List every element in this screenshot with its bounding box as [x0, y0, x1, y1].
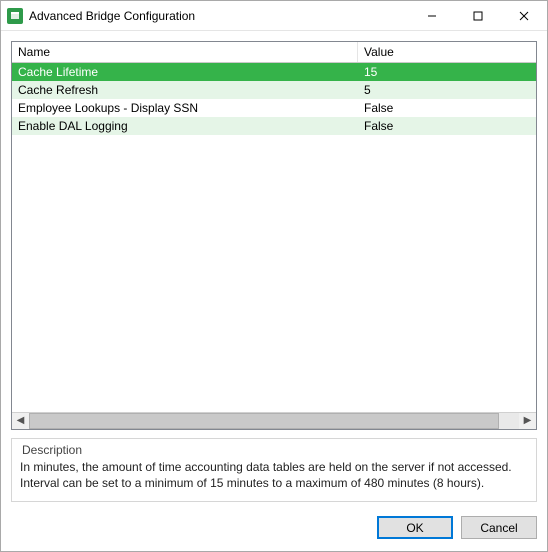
grid-body: Cache Lifetime 15 Cache Refresh 5 Employ…: [12, 63, 536, 412]
maximize-icon: [473, 11, 483, 21]
scroll-thumb[interactable]: [29, 413, 499, 429]
cell-value: False: [358, 99, 536, 117]
window-title: Advanced Bridge Configuration: [29, 9, 409, 23]
close-icon: [519, 11, 529, 21]
scroll-left-button[interactable]: ◀: [12, 413, 29, 429]
minimize-button[interactable]: [409, 1, 455, 30]
scroll-track[interactable]: [29, 413, 519, 429]
description-text: In minutes, the amount of time accountin…: [20, 459, 528, 491]
titlebar[interactable]: Advanced Bridge Configuration: [1, 1, 547, 31]
table-row[interactable]: Cache Lifetime 15: [12, 63, 536, 81]
cell-value: 5: [358, 81, 536, 99]
cell-name: Cache Refresh: [12, 81, 358, 99]
horizontal-scrollbar[interactable]: ◀ ▶: [12, 412, 536, 429]
minimize-icon: [427, 11, 437, 21]
cell-name: Enable DAL Logging: [12, 117, 358, 135]
window-controls: [409, 1, 547, 30]
maximize-button[interactable]: [455, 1, 501, 30]
client-area: Name Value Cache Lifetime 15 Cache Refre…: [1, 31, 547, 551]
ok-button[interactable]: OK: [377, 516, 453, 539]
close-button[interactable]: [501, 1, 547, 30]
app-icon: [7, 8, 23, 24]
table-row[interactable]: Enable DAL Logging False: [12, 117, 536, 135]
description-label: Description: [20, 443, 528, 457]
column-header-name[interactable]: Name: [12, 42, 358, 62]
grid-header: Name Value: [12, 42, 536, 63]
dialog-buttons: OK Cancel: [11, 510, 537, 539]
settings-grid[interactable]: Name Value Cache Lifetime 15 Cache Refre…: [11, 41, 537, 430]
column-header-value[interactable]: Value: [358, 42, 536, 62]
cell-value: 15: [358, 63, 536, 81]
chevron-left-icon: ◀: [17, 415, 25, 426]
cell-name: Employee Lookups - Display SSN: [12, 99, 358, 117]
description-group: Description In minutes, the amount of ti…: [11, 438, 537, 502]
cancel-button[interactable]: Cancel: [461, 516, 537, 539]
table-row[interactable]: Cache Refresh 5: [12, 81, 536, 99]
table-row[interactable]: Employee Lookups - Display SSN False: [12, 99, 536, 117]
dialog-window: Advanced Bridge Configuration Name Value…: [0, 0, 548, 552]
cell-name: Cache Lifetime: [12, 63, 358, 81]
scroll-right-button[interactable]: ▶: [519, 413, 536, 429]
chevron-right-icon: ▶: [524, 415, 532, 426]
cell-value: False: [358, 117, 536, 135]
